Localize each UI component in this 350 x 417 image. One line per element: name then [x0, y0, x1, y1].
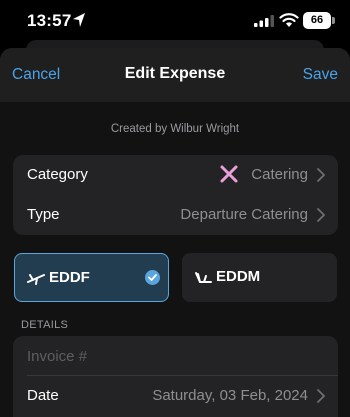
location-arrow-icon — [73, 13, 85, 27]
airport-option-departure[interactable]: EDDF — [14, 253, 169, 302]
type-value: Departure Catering — [180, 206, 308, 223]
date-label: Date — [27, 387, 59, 404]
status-time: 13:57 — [27, 11, 72, 30]
date-value: Saturday, 03 Feb, 2024 — [152, 387, 308, 404]
departure-plane-icon — [27, 274, 45, 285]
arrival-plane-icon — [195, 272, 212, 283]
airport-option-arrival[interactable]: EDDM — [182, 253, 337, 302]
status-bar: 13:57 66 — [0, 0, 350, 44]
category-label: Category — [27, 166, 88, 183]
chevron-right-icon — [317, 168, 325, 182]
chevron-right-icon — [317, 389, 325, 403]
category-type-group: Category Catering Type Departure Caterin… — [13, 155, 338, 235]
category-value: Catering — [251, 166, 308, 183]
battery-level: 66 — [303, 12, 331, 29]
airport-code-arrival: EDDM — [216, 268, 261, 285]
category-row[interactable]: Category Catering — [13, 155, 338, 195]
nav-bar: Cancel Edit Expense Save — [0, 48, 350, 102]
details-group: Invoice # Date Saturday, 03 Feb, 2024 — [13, 336, 338, 417]
checkmark-icon — [145, 270, 160, 285]
battery-icon: 66 — [303, 12, 335, 29]
cellular-signal-icon — [254, 15, 274, 27]
type-row[interactable]: Type Departure Catering — [13, 195, 338, 235]
page-title: Edit Expense — [124, 65, 226, 82]
created-by-text: Created by Wilbur Wright — [110, 123, 240, 135]
invoice-input[interactable]: Invoice # — [27, 348, 87, 365]
wifi-icon — [279, 13, 299, 27]
type-label: Type — [27, 206, 60, 223]
edit-expense-sheet: Cancel Edit Expense Save Created by Wilb… — [0, 48, 350, 417]
chevron-right-icon — [317, 208, 325, 222]
save-button[interactable]: Save — [303, 66, 338, 84]
airport-code-departure: EDDF — [49, 269, 90, 286]
date-row[interactable]: Date Saturday, 03 Feb, 2024 — [13, 376, 338, 416]
details-section-label: DETAILS — [21, 319, 69, 331]
catering-x-icon — [220, 165, 238, 183]
